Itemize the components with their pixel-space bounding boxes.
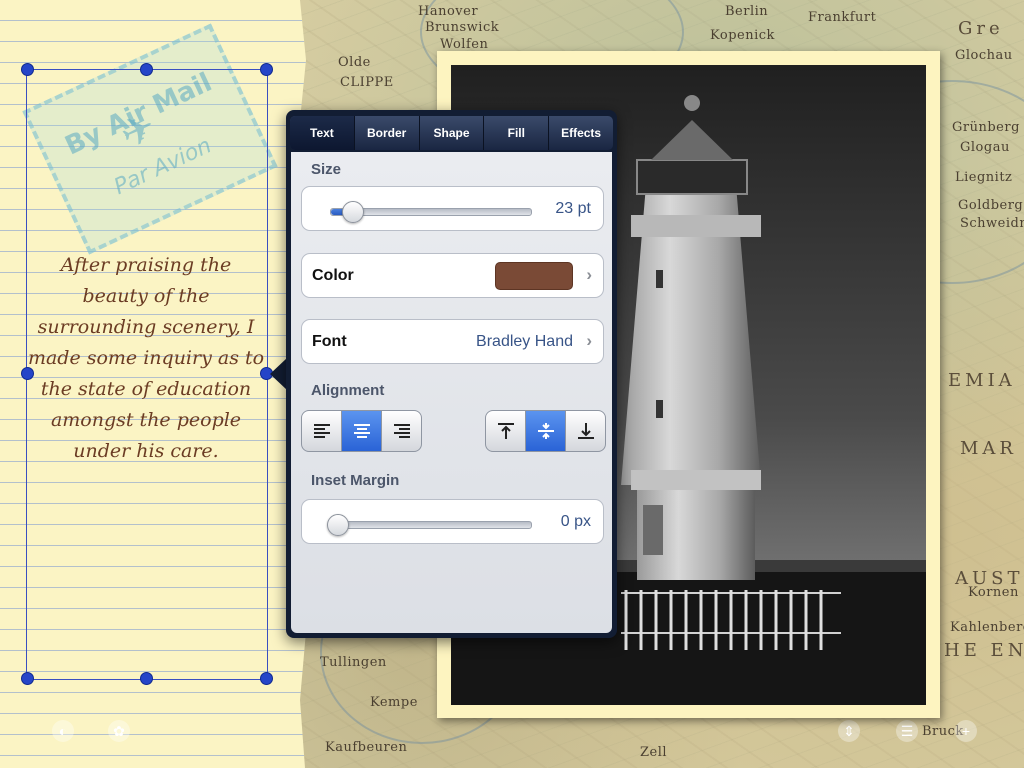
map-label: CLIPPE	[340, 75, 394, 90]
align-bottom-icon	[577, 423, 594, 439]
resize-handle-top-left[interactable]	[21, 63, 34, 76]
resize-handle-bottom[interactable]	[140, 672, 153, 685]
font-value: Bradley Hand	[476, 333, 573, 350]
map-label: Wolfen	[440, 37, 489, 52]
align-middle-icon	[537, 423, 554, 439]
resize-handle-bottom-right[interactable]	[260, 672, 273, 685]
align-right-button[interactable]	[382, 411, 421, 451]
horizontal-alignment-control	[301, 410, 422, 452]
tab-fill[interactable]: Fill	[484, 116, 550, 150]
notepad-page: By Air Mail ✈ Par Avion After praising t…	[0, 0, 307, 768]
resize-handle-top[interactable]	[140, 63, 153, 76]
inset-margin-slider-thumb[interactable]	[327, 514, 349, 536]
add-icon[interactable]: +	[955, 720, 977, 742]
map-label: Schweidn	[960, 216, 1024, 231]
format-popover: Text Border Shape Fill Effects Size 23 p…	[286, 110, 617, 638]
size-value: 23 pt	[555, 200, 591, 217]
inset-margin-title: Inset Margin	[311, 472, 400, 489]
align-right-icon	[393, 424, 410, 438]
map-label: Brunswick	[425, 20, 500, 35]
page-stepper-icon[interactable]: ⇕	[838, 720, 860, 742]
map-label: Kornen	[968, 585, 1019, 600]
align-middle-button[interactable]	[526, 411, 566, 451]
list-icon[interactable]: ☰	[896, 720, 918, 742]
color-swatch[interactable]	[495, 262, 573, 290]
map-label: HE ENNS	[944, 640, 1024, 661]
alignment-title: Alignment	[311, 382, 385, 399]
align-bottom-button[interactable]	[566, 411, 605, 451]
inset-margin-slider-row: 0 px	[301, 499, 604, 544]
map-label: Kopenick	[710, 28, 775, 43]
chevron-right-icon: ›	[586, 331, 592, 350]
inset-margin-slider[interactable]	[327, 514, 532, 536]
map-label: Kaufbeuren	[325, 740, 408, 755]
tab-shape[interactable]: Shape	[420, 116, 485, 150]
tab-text[interactable]: Text	[290, 116, 355, 150]
align-center-icon	[353, 424, 370, 438]
resize-handle-bottom-left[interactable]	[21, 672, 34, 685]
format-tabs: Text Border Shape Fill Effects	[290, 116, 613, 150]
align-center-button[interactable]	[342, 411, 382, 451]
tab-border[interactable]: Border	[355, 116, 420, 150]
align-top-button[interactable]	[486, 411, 526, 451]
tab-effects[interactable]: Effects	[549, 116, 613, 150]
align-left-icon	[313, 424, 330, 438]
gear-icon[interactable]: ✿	[108, 720, 130, 742]
size-slider-thumb[interactable]	[342, 201, 364, 223]
map-label: Gre	[958, 18, 1004, 39]
map-label: Grünberg	[952, 120, 1020, 135]
font-row[interactable]: Font Bradley Hand ›	[301, 319, 604, 364]
popover-arrow	[270, 358, 287, 390]
resize-handle-top-right[interactable]	[260, 63, 273, 76]
map-label: Olde	[338, 55, 371, 70]
map-label: Goldberg	[958, 198, 1024, 213]
map-label: MAR	[960, 438, 1017, 459]
font-label: Font	[312, 333, 347, 350]
align-top-icon	[497, 423, 514, 439]
map-label: EMIA	[948, 370, 1016, 391]
text-settings-panel: Size 23 pt Color › Font Bradley Hand › A…	[291, 152, 612, 633]
vertical-alignment-control	[485, 410, 606, 452]
map-label: Glochau	[955, 48, 1013, 63]
map-label: Kempe	[370, 695, 418, 710]
align-left-button[interactable]	[302, 411, 342, 451]
map-label: Liegnitz	[955, 170, 1013, 185]
color-label: Color	[312, 267, 354, 284]
inset-margin-value: 0 px	[560, 513, 591, 530]
map-label: Glogau	[960, 140, 1010, 155]
map-label: Zell	[640, 745, 668, 760]
map-label: Tullingen	[320, 655, 387, 670]
map-label: Frankfurt	[808, 10, 877, 25]
color-row[interactable]: Color ›	[301, 253, 604, 298]
size-title: Size	[311, 161, 342, 178]
globe-icon[interactable]: ◐	[52, 720, 74, 742]
size-slider[interactable]	[330, 201, 532, 223]
map-label: Berlin	[725, 4, 769, 19]
map-label: Hanover	[418, 4, 479, 19]
text-box-selection[interactable]	[26, 69, 268, 680]
chevron-right-icon: ›	[586, 265, 592, 284]
size-slider-row: 23 pt	[301, 186, 604, 231]
map-label: Kahlenberg	[950, 620, 1024, 635]
resize-handle-left[interactable]	[21, 367, 34, 380]
